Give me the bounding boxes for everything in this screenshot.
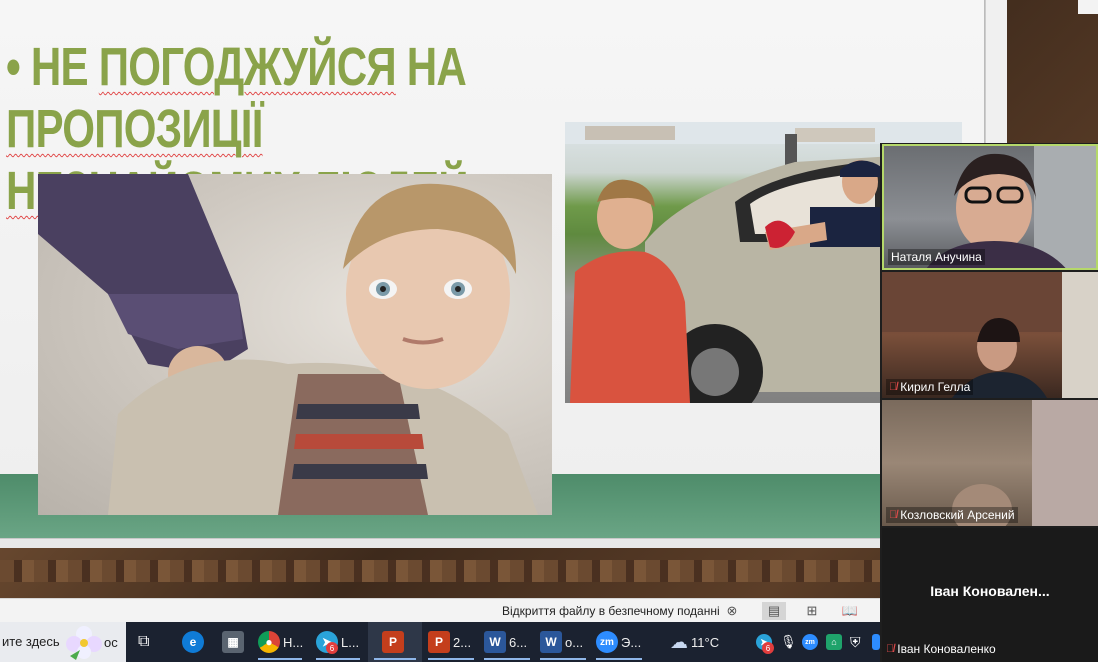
powerpoint-2-running-indicator [428, 658, 474, 660]
slide-bottom-edge [0, 538, 985, 548]
powerpoint-icon: P [428, 631, 450, 653]
protected-view-message: Відкриття файлу в безпечному поданні [502, 604, 720, 618]
powerpoint-status-bar: Відкриття файлу в безпечному поданні ⊗ ▤… [0, 598, 880, 622]
word-1-running-indicator [484, 658, 530, 660]
taskbar-app-zoom[interactable]: zm Э... [596, 629, 641, 655]
word-2-running-indicator [540, 658, 586, 660]
microphone-icon[interactable]: 🎙 [780, 629, 797, 655]
mic-muted-icon: 🎙̸ [889, 509, 898, 521]
tray-app-icon[interactable]: ⌂ [826, 629, 842, 655]
slide-sorter-icon[interactable]: ⊞ [800, 602, 824, 620]
chrome-icon: ● [258, 631, 280, 653]
title-word-propozytsii: ПРОПОЗИЦІЇ [6, 99, 263, 159]
zoom-running-indicator [596, 658, 642, 660]
task-view-icon[interactable]: ⧉ [138, 629, 149, 655]
telegram-running-indicator [316, 658, 360, 660]
participant-name-2: 🎙̸ Кирил Гелла [886, 379, 974, 395]
participant-name-4: 🎙̸ Іван Коноваленко [886, 642, 996, 656]
chrome-running-indicator [258, 658, 302, 660]
participant-4-display-name: Іван Коновален... [930, 583, 1050, 599]
participant-tile-4[interactable]: Іван Коновален... 🎙̸ Іван Коноваленко [882, 528, 1098, 662]
window-corner [1078, 0, 1098, 14]
participant-tile-2[interactable]: 🎙̸ Кирил Гелла [882, 272, 1098, 398]
taskbar-app-powerpoint-2[interactable]: P 2... [428, 629, 471, 655]
title-word-na: НА [406, 37, 467, 97]
powerpoint-active-indicator [374, 658, 416, 660]
security-shield-icon[interactable]: ⛨ [850, 629, 861, 655]
child-illustration [38, 174, 538, 515]
child-photo [38, 174, 552, 515]
search-suffix: ос [104, 635, 118, 650]
normal-view-icon[interactable]: ▤ [762, 602, 786, 620]
title-bullet: • [6, 37, 21, 97]
edge-icon[interactable]: e [182, 629, 204, 655]
taskbar-app-word-2[interactable]: W о... [540, 629, 583, 655]
title-word-ne: НЕ [30, 37, 89, 97]
word-icon: W [540, 631, 562, 653]
taskbar-app-word-1[interactable]: W 6... [484, 629, 527, 655]
zoom-icon: zm [596, 631, 618, 653]
taskbar-app-powerpoint-active[interactable]: P [382, 629, 404, 655]
participant-name-3: 🎙̸ Козловский Арсений [886, 507, 1018, 523]
flower-icon [66, 626, 102, 660]
cloud-icon: ☁ [670, 631, 688, 652]
calculator-icon[interactable]: ▦ [222, 629, 244, 655]
participant-tile-3[interactable]: 🎙̸ Козловский Арсений [882, 400, 1098, 526]
mic-muted-icon: 🎙̸ [886, 643, 895, 655]
tray-zoom-icon[interactable]: zm [802, 629, 818, 655]
taskbar-app-chrome[interactable]: ● Н... [258, 629, 303, 655]
tray-blue-icon[interactable] [872, 629, 880, 655]
participant-name-1: Наталя Анучина [888, 249, 985, 265]
word-icon: W [484, 631, 506, 653]
powerpoint-icon: P [382, 631, 404, 653]
taskbar-app-telegram[interactable]: ➤ L... [316, 629, 359, 655]
title-word-pogodzhuysya: ПОГОДЖУЙСЯ [98, 37, 397, 97]
close-circle-icon[interactable]: ⊗ [720, 602, 744, 620]
mic-muted-icon: 🎙̸ [889, 381, 898, 393]
telegram-badge: 6 [326, 642, 338, 654]
weather-widget[interactable]: ☁ 11°C [670, 629, 719, 655]
presentation-slide: • НЕ ПОГОДЖУЙСЯ НА ПРОПОЗИЦІЇ НЕЗНАЙОМИХ… [0, 0, 985, 548]
participant-tile-1[interactable]: Наталя Анучина [882, 144, 1098, 270]
windows-taskbar: ите здесь ос ⧉ e ▦ ● Н... ➤ L... 6 P P 2… [0, 622, 880, 662]
tray-telegram-badge: 6 [762, 642, 774, 654]
reading-view-icon[interactable]: 📖 [838, 602, 862, 620]
